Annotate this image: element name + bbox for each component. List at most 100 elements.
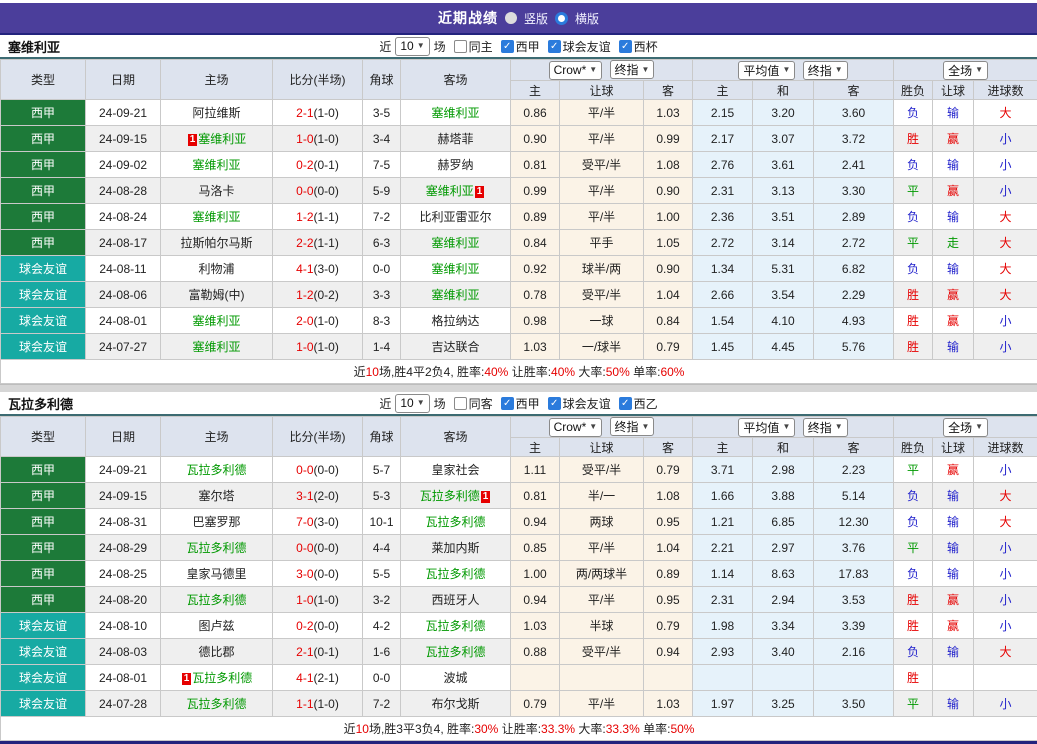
crow-away-odds-cell: 1.03 [644, 691, 693, 717]
away-team-link[interactable]: 皇家社会 [431, 463, 479, 477]
away-team-link[interactable]: 瓦拉多利德 [420, 489, 480, 503]
chevron-down-icon: ▼ [642, 423, 650, 431]
home-team-cell: 瓦拉多利德 [161, 535, 273, 561]
score-cell: 0-2(0-0) [273, 613, 363, 639]
crow-company-select[interactable]: Crow*▼ [549, 61, 603, 80]
col-header-score: 比分(半场) [273, 60, 363, 100]
corner-cell: 4-2 [363, 613, 401, 639]
col-header-date: 日期 [86, 417, 161, 457]
home-team-link[interactable]: 图卢兹 [198, 619, 234, 633]
crow-handicap-cell: 平/半 [560, 100, 644, 126]
home-team-cell: 塞尔塔 [161, 483, 273, 509]
away-team-link[interactable]: 西班牙人 [431, 593, 479, 607]
home-team-cell: 塞维利亚 [161, 204, 273, 230]
away-team-link[interactable]: 塞维利亚 [431, 288, 479, 302]
average-select[interactable]: 平均值▼ [738, 61, 795, 80]
avg-away-odds-cell: 3.30 [814, 178, 894, 204]
home-team-link[interactable]: 塞维利亚 [192, 314, 240, 328]
final-odds-select-1[interactable]: 终指▼ [610, 60, 655, 79]
games-count-select[interactable]: 10▼ [395, 394, 429, 413]
avg-draw-odds-cell: 3.88 [753, 483, 814, 509]
away-team-link[interactable]: 比利亚雷亚尔 [419, 210, 491, 224]
avg-home-odds-cell: 1.98 [693, 613, 753, 639]
away-team-link[interactable]: 吉达联合 [431, 340, 479, 354]
average-select[interactable]: 平均值▼ [738, 418, 795, 437]
away-team-link[interactable]: 塞维利亚 [431, 262, 479, 276]
match-date-cell: 24-08-24 [86, 204, 161, 230]
corner-cell: 6-3 [363, 230, 401, 256]
home-team-link[interactable]: 拉斯帕尔马斯 [180, 236, 252, 250]
summary-segment: 60% [660, 365, 684, 379]
home-team-link[interactable]: 塞维利亚 [198, 132, 246, 146]
score-cell: 1-0(1-0) [273, 126, 363, 152]
games-count-value: 10 [400, 396, 413, 410]
away-team-link[interactable]: 布尔戈斯 [431, 697, 479, 711]
home-team-link[interactable]: 塞维利亚 [192, 210, 240, 224]
summary-segment: 让胜率: [508, 365, 551, 379]
away-team-cell: 瓦拉多利德1 [401, 483, 511, 509]
same-venue-checkbox[interactable] [454, 40, 467, 53]
result-handicap-cell: 赢 [933, 282, 974, 308]
away-team-link[interactable]: 瓦拉多利德 [425, 515, 485, 529]
away-team-link[interactable]: 波城 [443, 671, 467, 685]
result-goals-cell: 大 [974, 282, 1037, 308]
away-team-link[interactable]: 莱加内斯 [431, 541, 479, 555]
away-team-link[interactable]: 瓦拉多利德 [425, 619, 485, 633]
home-team-link[interactable]: 瓦拉多利德 [186, 541, 246, 555]
home-team-link[interactable]: 利物浦 [198, 262, 234, 276]
away-team-link[interactable]: 赫罗纳 [437, 158, 473, 172]
league-checkbox-laliga[interactable]: ✓ [501, 397, 514, 410]
same-venue-checkbox[interactable] [454, 397, 467, 410]
crow-home-odds-cell: 1.03 [511, 613, 560, 639]
home-team-link[interactable]: 瓦拉多利德 [192, 671, 252, 685]
away-team-link[interactable]: 赫塔菲 [437, 132, 473, 146]
home-team-cell: 1塞维利亚 [161, 126, 273, 152]
home-team-link[interactable]: 塞维利亚 [192, 340, 240, 354]
home-team-link[interactable]: 塞维利亚 [192, 158, 240, 172]
home-team-link[interactable]: 塞尔塔 [198, 489, 234, 503]
crow-handicap-cell: 半球 [560, 613, 644, 639]
final-odds-select-2[interactable]: 终指▼ [803, 418, 848, 437]
home-team-link[interactable]: 富勒姆(中) [189, 288, 245, 302]
final-odds-select-2[interactable]: 终指▼ [803, 61, 848, 80]
home-team-link[interactable]: 阿拉维斯 [192, 106, 240, 120]
league-checkbox-friendly[interactable]: ✓ [548, 397, 561, 410]
match-date-cell: 24-07-27 [86, 334, 161, 360]
layout-horizontal-radio[interactable] [555, 12, 568, 25]
score-cell: 2-2(1-1) [273, 230, 363, 256]
result-handicap-cell: 赢 [933, 308, 974, 334]
away-team-link[interactable]: 塞维利亚 [431, 106, 479, 120]
games-count-select[interactable]: 10▼ [395, 37, 429, 56]
crow-company-select[interactable]: Crow*▼ [549, 418, 603, 437]
away-team-link[interactable]: 塞维利亚 [426, 184, 474, 198]
halftime-score: (3-0) [314, 515, 339, 529]
league-checkbox-segunda[interactable]: ✓ [619, 397, 632, 410]
fullmatch-select[interactable]: 全场▼ [943, 418, 988, 437]
summary-segment: 近 [344, 722, 356, 736]
home-team-link[interactable]: 巴塞罗那 [192, 515, 240, 529]
home-team-link[interactable]: 瓦拉多利德 [186, 697, 246, 711]
home-team-link[interactable]: 德比郡 [198, 645, 234, 659]
fullmatch-select[interactable]: 全场▼ [943, 61, 988, 80]
home-team-link[interactable]: 瓦拉多利德 [186, 463, 246, 477]
home-team-link[interactable]: 瓦拉多利德 [186, 593, 246, 607]
home-team-link[interactable]: 皇家马德里 [186, 567, 246, 581]
average-value: 平均值 [743, 419, 779, 436]
final-odds-select-1[interactable]: 终指▼ [610, 417, 655, 436]
league-checkbox-cup[interactable]: ✓ [619, 40, 632, 53]
away-team-link[interactable]: 瓦拉多利德 [425, 645, 485, 659]
away-team-link[interactable]: 瓦拉多利德 [425, 567, 485, 581]
away-team-link[interactable]: 塞维利亚 [431, 236, 479, 250]
layout-vertical-radio[interactable] [505, 12, 517, 24]
home-team-link[interactable]: 马洛卡 [198, 184, 234, 198]
result-outcome-cell: 负 [894, 509, 933, 535]
league-checkbox-laliga[interactable]: ✓ [501, 40, 514, 53]
crow-home-odds-cell: 0.81 [511, 152, 560, 178]
away-team-link[interactable]: 格拉纳达 [431, 314, 479, 328]
crow-away-odds-cell: 1.03 [644, 100, 693, 126]
matches-table: 类型 日期 主场 比分(半场) 角球 客场 Crow*▼ 终指▼ 平均值▼ 终指… [0, 416, 1037, 741]
fulltime-score: 0-2 [296, 619, 313, 633]
result-handicap-cell: 输 [933, 256, 974, 282]
avg-home-odds-cell: 1.54 [693, 308, 753, 334]
league-checkbox-friendly[interactable]: ✓ [548, 40, 561, 53]
